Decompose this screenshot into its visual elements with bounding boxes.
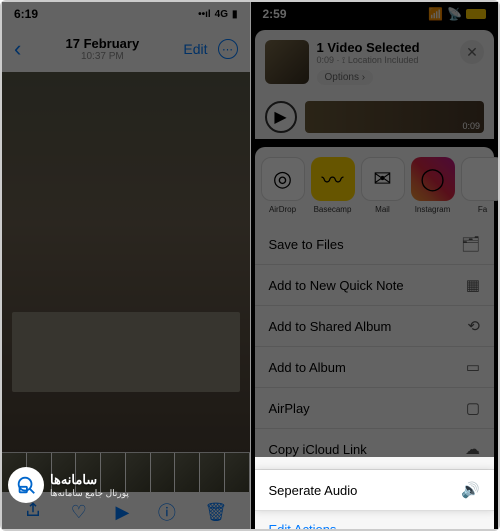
action-list: Save to Files🗂Add to New Quick Note▦Add … [255,224,495,511]
action-icon: 🔊 [461,481,480,499]
back-button[interactable]: ‹ [14,36,21,62]
app-mail[interactable]: ✉ Mail [361,157,405,214]
app-label: Fa [461,205,499,214]
signal-icon: ••ıl [198,9,211,20]
action-add-to-new-quick-note[interactable]: Add to New Quick Note ▦ [255,265,495,306]
watermark: سامانه‌ها پورتال جامع سامانه‌ها [8,467,129,503]
fa-icon [461,157,499,201]
status-time-r: 2:59 [263,7,287,21]
action-airplay[interactable]: AirPlay ▢ [255,388,495,429]
action-label: Add to Shared Album [269,319,392,334]
nav-title: 17 February [66,36,140,51]
action-label: Save to Files [269,237,344,252]
action-add-to-shared-album[interactable]: Add to Shared Album ⟲ [255,306,495,347]
status-bar-left: 6:19 ••ıl 4G ▮ [2,2,250,26]
close-button[interactable]: ✕ [460,40,484,64]
signal-icon: 📶 [428,7,443,21]
watermark-title: سامانه‌ها [50,472,129,488]
share-icon[interactable] [24,501,42,524]
action-icon: ▭ [466,358,480,376]
share-thumbnail [265,40,309,84]
edit-actions-button[interactable]: Edit Actions... [255,511,495,529]
app-label: Basecamp [311,205,355,214]
options-button[interactable]: Options › [317,70,374,85]
video-preview-strip: ▶ 0:09 [255,95,495,139]
video-thumbnail[interactable]: 0:09 [305,101,485,133]
nav-subtitle: 10:37 PM [66,51,140,62]
watermark-subtitle: پورتال جامع سامانه‌ها [50,488,129,499]
status-bar-right: 2:59 📶 📡 [251,2,499,26]
basecamp-icon: 〰 [311,157,355,201]
more-icon[interactable]: ⋯ [218,39,238,59]
app-label: Mail [361,205,405,214]
status-time: 6:19 [14,7,38,21]
nav-bar: ‹ 17 February 10:37 PM Edit ⋯ [2,26,250,72]
app-fa[interactable]: Fa [461,157,499,214]
heart-icon[interactable]: ♡ [71,502,87,523]
mail-icon: ✉ [361,157,405,201]
airdrop-icon: ◎ [261,157,305,201]
action-label: Copy iCloud Link [269,442,367,457]
action-icon: ☁ [465,440,480,458]
video-duration: 0:09 [462,121,480,131]
action-label: Add to Album [269,360,346,375]
share-title: 1 Video Selected [317,40,485,55]
app-airdrop[interactable]: ◎ AirDrop [261,157,305,214]
app-basecamp[interactable]: 〰 Basecamp [311,157,355,214]
action-save-to-files[interactable]: Save to Files 🗂 [255,224,495,265]
edit-button[interactable]: Edit [183,41,207,57]
share-header: 1 Video Selected 0:09 · ⟟ Location Inclu… [255,30,495,95]
app-label: Instagram [411,205,455,214]
action-icon: 🗂 [461,235,480,253]
play-icon[interactable]: ▶ [115,502,129,523]
play-button[interactable]: ▶ [265,101,297,133]
app-instagram[interactable]: ◯ Instagram [411,157,455,214]
trash-icon[interactable]: 🗑 [204,502,227,523]
action-seperate-audio[interactable]: Seperate Audio 🔊 [255,470,495,511]
wifi-icon: 📡 [447,7,462,21]
action-icon: ▢ [466,399,480,417]
action-label: Add to New Quick Note [269,278,404,293]
share-meta: 0:09 · ⟟ Location Included [317,55,485,66]
watermark-logo [8,467,44,503]
network-label: 4G [215,9,228,20]
battery-icon [466,9,486,19]
battery-icon: ▮ [232,9,238,20]
info-icon[interactable]: ⓘ [158,499,176,525]
action-icon: ▦ [466,276,480,294]
app-share-row: ◎AirDrop〰Basecamp✉Mail◯InstagramFa [255,147,495,224]
app-label: AirDrop [261,205,305,214]
action-label: Seperate Audio [269,483,358,498]
instagram-icon: ◯ [411,157,455,201]
photo-viewer[interactable] [2,72,250,452]
action-icon: ⟲ [467,317,480,335]
action-copy-icloud-link[interactable]: Copy iCloud Link ☁ [255,429,495,470]
action-add-to-album[interactable]: Add to Album ▭ [255,347,495,388]
action-label: AirPlay [269,401,310,416]
